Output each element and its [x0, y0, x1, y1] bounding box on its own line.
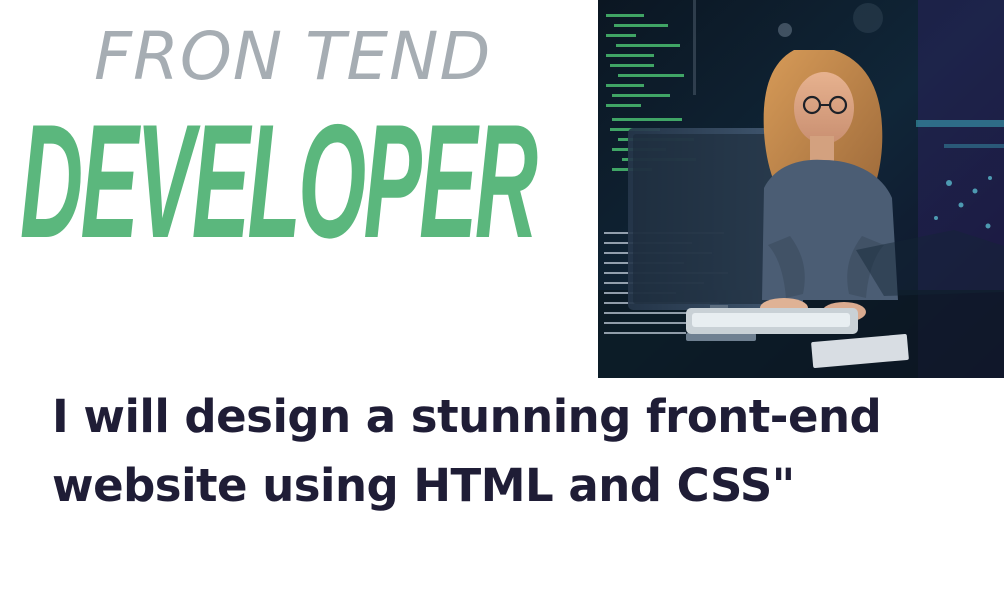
developer-photo [598, 0, 1004, 378]
subtitle: I will design a stunning front-end websi… [52, 382, 972, 520]
promo-banner: FRON TEND DEVELOPER I will design a stun… [0, 0, 1004, 591]
subtitle-line-1: I will design a stunning front-end [52, 390, 882, 443]
headline-main: DEVELOPER [20, 91, 538, 272]
subtitle-line-2: website using HTML and CSS" [52, 459, 795, 512]
headline-top: FRON TEND [94, 18, 492, 95]
developer-photo-icon [598, 0, 1004, 378]
